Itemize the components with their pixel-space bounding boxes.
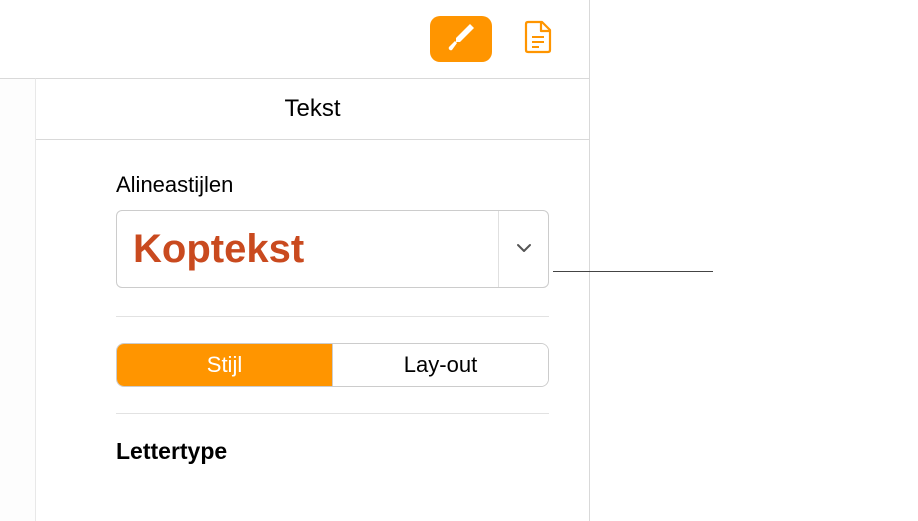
document-icon [524, 20, 552, 59]
segment-layout[interactable]: Lay-out [333, 344, 548, 386]
paragraph-styles-label: Alineastijlen [36, 140, 589, 210]
tab-label: Tekst [284, 95, 340, 122]
segment-label: Stijl [207, 352, 242, 378]
chevron-down-icon [516, 240, 532, 258]
paragraph-style-selected: Koptekst [117, 211, 498, 287]
document-button[interactable] [522, 20, 554, 58]
callout-line [553, 271, 713, 272]
divider [116, 316, 549, 317]
segment-label: Lay-out [404, 352, 477, 378]
sidebar-stripe [0, 78, 36, 521]
format-button[interactable] [430, 16, 492, 62]
toolbar [0, 0, 589, 78]
segmented-control: Stijl Lay-out [116, 343, 549, 387]
inspector-tab-tekst[interactable]: Tekst [36, 78, 589, 140]
paragraph-style-dropdown[interactable]: Koptekst [116, 210, 549, 288]
dropdown-arrow[interactable] [498, 211, 548, 287]
paintbrush-icon [444, 20, 478, 59]
segment-stijl[interactable]: Stijl [117, 344, 332, 386]
content-area: Alineastijlen Koptekst Stijl Lay-out [36, 140, 589, 465]
font-section-heading: Lettertype [36, 414, 589, 465]
format-panel: Tekst Alineastijlen Koptekst Stijl Lay-o… [0, 0, 590, 521]
